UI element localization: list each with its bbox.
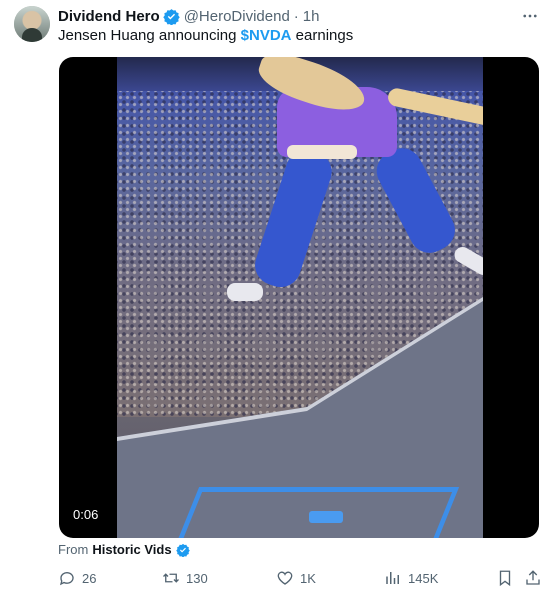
like-button[interactable]: 1K [276,566,316,590]
post-time[interactable]: 1h [303,8,320,25]
like-count: 1K [300,570,316,586]
views-icon [386,572,399,584]
avatar-shirt [22,28,42,42]
midriff [287,145,357,159]
reply-count: 26 [82,570,97,586]
video-source: From Historic Vids [58,542,194,557]
views-count: 145K [408,570,439,586]
share-icon [526,570,540,585]
verified-badge-icon [175,543,190,557]
repost-icon [163,573,179,583]
reply-icon [59,572,74,586]
share-button[interactable] [524,566,542,590]
author-name[interactable]: Dividend Hero [58,8,160,25]
stage-mark [309,511,343,523]
tweet[interactable]: Dividend Hero @HeroDividend · 1h Jensen … [0,0,554,595]
heart-icon [277,571,293,585]
reply-button[interactable]: 26 [58,566,96,590]
arm [386,86,483,130]
bookmark-button[interactable] [496,566,514,590]
more-icon[interactable] [520,6,540,26]
cashtag-link[interactable]: $NVDA [241,27,292,44]
source-prefix: From [58,542,89,557]
bookmark-icon [499,570,511,587]
video-timestamp: 0:06 [68,505,104,524]
tweet-text-after: earnings [291,27,354,44]
tweet-text: Jensen Huang announcing $NVDA earnings [58,27,353,44]
shoe-left [227,283,263,301]
verified-badge-icon [162,8,180,25]
avatar[interactable] [14,6,50,42]
leg-left [249,144,337,293]
leg-right [369,141,462,260]
tweet-header: Dividend Hero @HeroDividend · 1h [58,6,319,26]
author-handle[interactable]: @HeroDividend [184,8,290,25]
action-bar: 26 130 1K 145K [58,566,540,590]
jumping-performer [217,57,483,357]
repost-button[interactable]: 130 [162,566,208,590]
video-frame [117,57,483,538]
repost-count: 130 [186,570,208,586]
separator-dot: · [293,7,299,25]
views-button[interactable]: 145K [384,566,438,590]
video-player[interactable]: 0:06 [59,57,539,538]
source-name[interactable]: Historic Vids [92,542,171,557]
tweet-text-before: Jensen Huang announcing [58,27,241,44]
